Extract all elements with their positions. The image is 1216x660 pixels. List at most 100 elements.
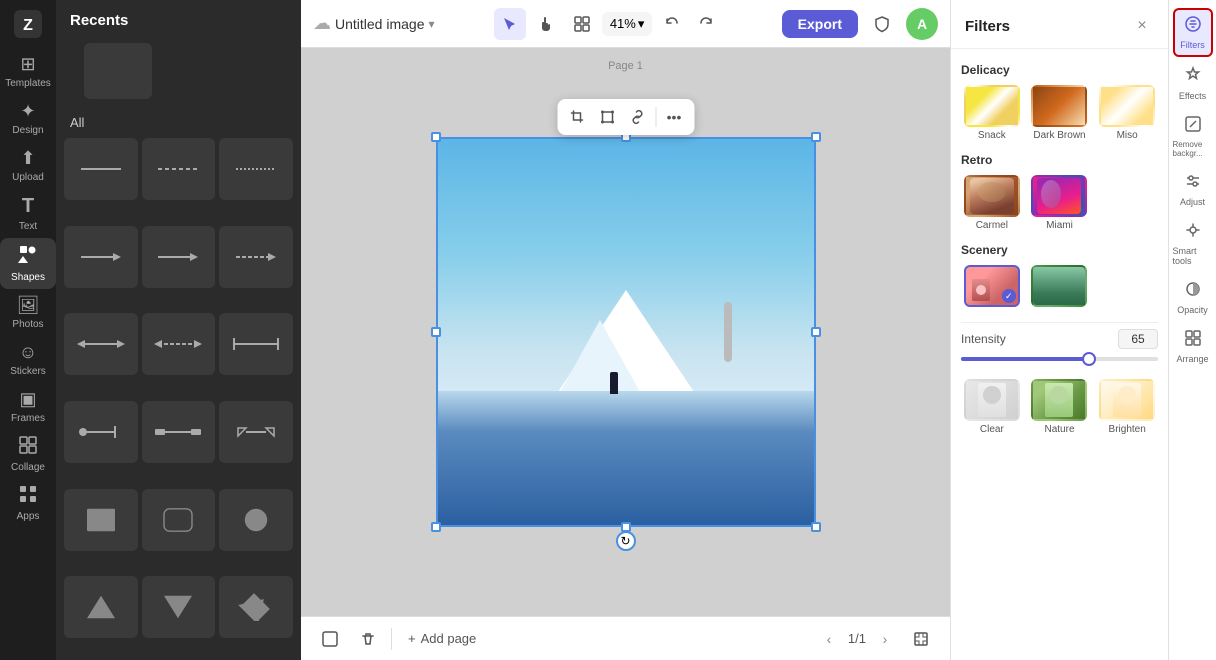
sidebar-item-stickers[interactable]: ☺ Stickers: [0, 336, 56, 383]
filter-thumb-clear: [964, 379, 1020, 421]
intensity-slider[interactable]: [961, 357, 1158, 361]
snow-ground: [436, 391, 816, 528]
recents-thumbnail[interactable]: [84, 43, 152, 99]
filter-item-dark-brown[interactable]: Dark Brown: [1029, 85, 1091, 141]
add-page-label: Add page: [421, 631, 477, 646]
right-icon-remove-bg[interactable]: Remove backgr...: [1173, 110, 1213, 163]
undo-redo-group: [656, 8, 722, 40]
frames-icon: ▣: [19, 389, 36, 410]
shape-cell[interactable]: [219, 226, 293, 288]
user-avatar-button[interactable]: A: [906, 8, 938, 40]
shape-cell[interactable]: [142, 489, 216, 551]
intensity-thumb[interactable]: [1082, 352, 1096, 366]
filter-label-snack: Snack: [978, 130, 1006, 141]
filter-item-carmel[interactable]: Carmel: [961, 175, 1023, 231]
right-icon-opacity[interactable]: Opacity: [1173, 275, 1213, 320]
resize-handle-br[interactable]: [811, 522, 821, 532]
export-button[interactable]: Export: [782, 10, 858, 38]
shape-cell[interactable]: [64, 489, 138, 551]
fit-page-button[interactable]: [906, 624, 936, 654]
rotate-handle[interactable]: ↻: [616, 531, 636, 551]
sidebar-item-templates[interactable]: ⊞ Templates: [0, 48, 56, 95]
sidebar-item-photos[interactable]: 🖼 Photos: [0, 289, 56, 336]
filter-item-miso[interactable]: Miso: [1096, 85, 1158, 141]
title-area[interactable]: ☁ Untitled image ▾: [313, 13, 435, 34]
shape-cell[interactable]: [219, 401, 293, 463]
filter-item-scenery1[interactable]: ✓: [961, 265, 1023, 310]
topbar-tools: 41% ▾: [494, 8, 723, 40]
filter-item-nature[interactable]: Nature: [1029, 379, 1091, 435]
filter-item-brighten[interactable]: Brighten: [1096, 379, 1158, 435]
shape-cell[interactable]: [64, 226, 138, 288]
right-icon-effects[interactable]: Effects: [1173, 61, 1213, 106]
crop-button[interactable]: [563, 103, 591, 131]
shape-cell[interactable]: [142, 313, 216, 375]
shield-button[interactable]: [866, 8, 898, 40]
transform-button[interactable]: [593, 103, 621, 131]
canvas-frame[interactable]: ↻ •••: [436, 137, 816, 527]
select-tool-button[interactable]: [494, 8, 526, 40]
collapse-handle[interactable]: [724, 302, 732, 362]
add-page-button[interactable]: + Add page: [400, 627, 484, 650]
shape-cell[interactable]: [219, 576, 293, 638]
close-filters-button[interactable]: ×: [1130, 14, 1154, 38]
sidebar-item-collage[interactable]: Collage: [0, 430, 56, 479]
app-logo[interactable]: Z: [12, 8, 44, 40]
adjust-label: Adjust: [1180, 197, 1205, 207]
shape-cell[interactable]: [142, 401, 216, 463]
shape-cell[interactable]: [64, 313, 138, 375]
delete-button[interactable]: [353, 624, 383, 654]
sidebar-item-shapes[interactable]: Shapes: [0, 238, 56, 289]
prev-page-button[interactable]: ‹: [816, 626, 842, 652]
zoom-control[interactable]: 41% ▾: [602, 12, 653, 36]
more-options-button[interactable]: •••: [660, 103, 688, 131]
right-icon-arrange[interactable]: Arrange: [1173, 324, 1213, 369]
right-icon-filters[interactable]: Filters: [1173, 8, 1213, 57]
next-page-button[interactable]: ›: [872, 626, 898, 652]
sidebar-item-apps[interactable]: Apps: [0, 479, 56, 528]
filter-label-brighten: Brighten: [1109, 424, 1146, 435]
layout-tool-button[interactable]: [566, 8, 598, 40]
intensity-section: Intensity 65: [961, 322, 1158, 371]
intensity-slider-fill: [961, 357, 1089, 361]
filter-item-scenery2[interactable]: [1029, 265, 1091, 310]
zoom-chevron-icon: ▾: [638, 16, 645, 32]
sidebar-item-upload[interactable]: ⬆ Upload: [0, 142, 56, 189]
bottom-divider: [391, 628, 392, 650]
shape-cell[interactable]: [219, 138, 293, 200]
filter-label-clear: Clear: [980, 424, 1004, 435]
shape-cell[interactable]: [142, 576, 216, 638]
resize-handle-bl[interactable]: [431, 522, 441, 532]
resize-handle-ml[interactable]: [431, 327, 441, 337]
undo-button[interactable]: [656, 8, 688, 40]
document-title: Untitled image: [335, 16, 425, 32]
shape-cell[interactable]: [142, 226, 216, 288]
shape-cell[interactable]: [64, 576, 138, 638]
floating-toolbar: •••: [557, 99, 694, 135]
resize-handle-tr[interactable]: [811, 132, 821, 142]
shape-cell[interactable]: [142, 138, 216, 200]
link-button[interactable]: [623, 103, 651, 131]
cloud-icon: ☁: [313, 13, 331, 34]
redo-button[interactable]: [690, 8, 722, 40]
sidebar-item-text[interactable]: T Text: [0, 189, 56, 238]
filter-row-delicacy: Snack Dark Brown Miso: [961, 85, 1158, 141]
resize-handle-tl[interactable]: [431, 132, 441, 142]
section-title-delicacy: Delicacy: [961, 63, 1158, 77]
right-icon-adjust[interactable]: Adjust: [1173, 167, 1213, 212]
shape-cell[interactable]: [64, 401, 138, 463]
filter-item-snack[interactable]: Snack: [961, 85, 1023, 141]
sidebar-item-label: Design: [12, 125, 43, 136]
hand-tool-button[interactable]: [530, 8, 562, 40]
shape-cell[interactable]: [64, 138, 138, 200]
resize-handle-mr[interactable]: [811, 327, 821, 337]
filter-item-clear[interactable]: Clear: [961, 379, 1023, 435]
sidebar-item-frames[interactable]: ▣ Frames: [0, 383, 56, 430]
shape-cell[interactable]: [219, 489, 293, 551]
filter-item-miami[interactable]: Miami: [1029, 175, 1091, 231]
frame-add-button[interactable]: [315, 624, 345, 654]
filter-row-scenery: ✓: [961, 265, 1158, 310]
sidebar-item-design[interactable]: ✦ Design: [0, 95, 56, 142]
shape-cell[interactable]: [219, 313, 293, 375]
right-icon-smart-tools[interactable]: Smart tools: [1173, 216, 1213, 271]
